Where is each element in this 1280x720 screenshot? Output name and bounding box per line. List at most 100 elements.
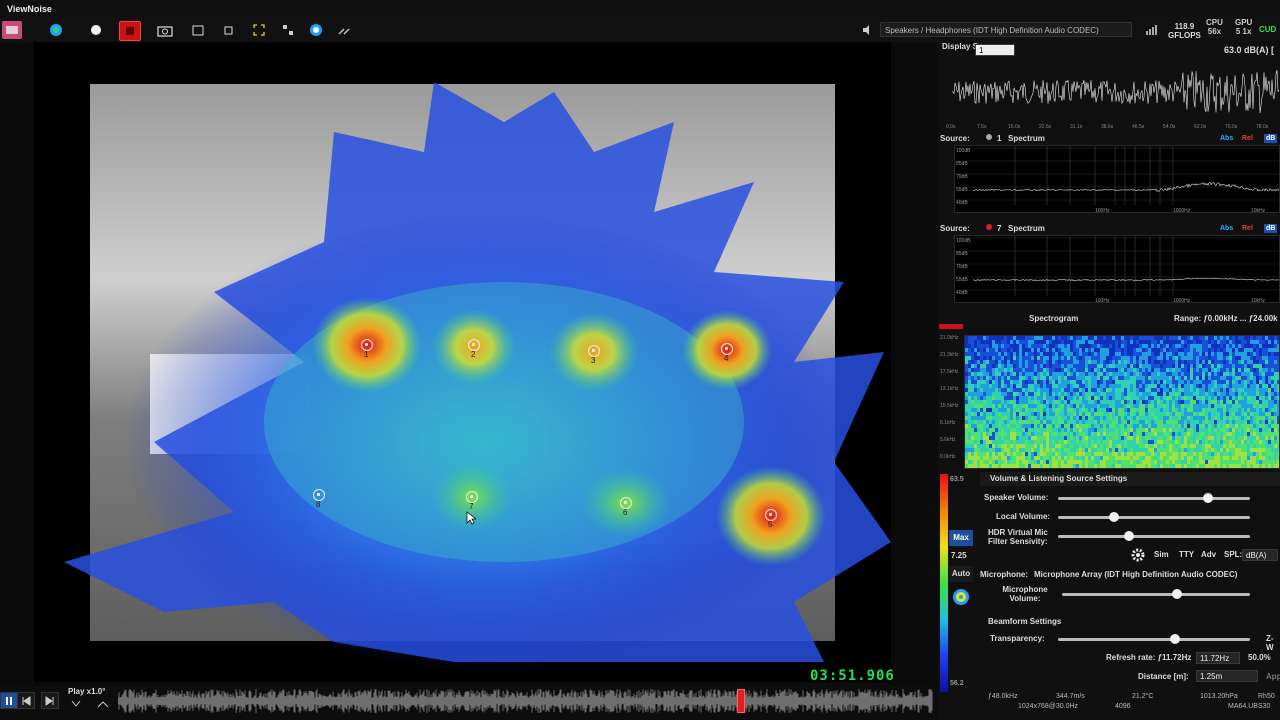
- color-scale-mid: 7.25: [951, 551, 967, 560]
- speaker-volume-label: Speaker Volume:: [984, 493, 1049, 502]
- mic-label: 2: [471, 350, 476, 359]
- local-volume-slider[interactable]: [1058, 512, 1250, 522]
- spectrum7-db-toggle[interactable]: dB: [1264, 224, 1278, 233]
- spectrum7-channel: 7: [997, 224, 1002, 233]
- spectrogram-range: Range: ƒ0.00kHz ... ƒ24.00k: [1174, 314, 1278, 323]
- zw-button[interactable]: Z-W: [1266, 634, 1280, 652]
- status-sound-speed: 344.7m/s: [1056, 693, 1085, 700]
- spectrum7-title: Spectrum: [1008, 224, 1045, 233]
- acoustic-heatmap-overlay: [64, 82, 891, 672]
- mic-label: 6: [623, 508, 628, 517]
- color-scale-bar[interactable]: [940, 474, 948, 692]
- screenshot-icon[interactable]: [188, 21, 208, 39]
- refresh-rate-label: Refresh rate: ƒ11.72Hz: [1106, 653, 1192, 662]
- spectrum1-abs-toggle[interactable]: Abs: [1218, 134, 1235, 143]
- distance-label: Distance [m]:: [1138, 672, 1189, 681]
- auto-range-icon[interactable]: [952, 588, 970, 606]
- beamform-section-title: Beamform Settings: [988, 617, 1062, 626]
- pause-button[interactable]: [0, 692, 18, 709]
- mouse-cursor-icon: [466, 511, 476, 525]
- auto-button[interactable]: Auto: [949, 566, 973, 582]
- spectrogram-tick-label: 13.1kHz: [940, 386, 959, 392]
- tools-icon[interactable]: [334, 21, 354, 39]
- output-device-value: Speakers / Headphones (IDT High Definiti…: [885, 26, 1099, 35]
- status-temperature: 21.2°C: [1132, 693, 1154, 700]
- microphone-volume-knob[interactable]: [1171, 589, 1182, 599]
- speaker-volume-knob[interactable]: [1202, 493, 1213, 503]
- hdr-sensitivity-knob[interactable]: [1124, 531, 1135, 541]
- spectrogram-tick-label: 0.0kHz: [940, 454, 956, 460]
- skip-back-button[interactable]: [17, 692, 35, 709]
- color-mode-icon[interactable]: [46, 21, 66, 39]
- spectrum-y-tick: 55dB: [956, 277, 968, 283]
- transparency-knob[interactable]: [1170, 634, 1181, 644]
- transparency-slider[interactable]: [1058, 634, 1250, 644]
- title-bar: ViewNoise: [0, 0, 1280, 19]
- microphone-volume-label: Microphone Volume:: [1002, 585, 1048, 603]
- max-button[interactable]: Max: [949, 530, 973, 546]
- speaker-icon[interactable]: [857, 21, 877, 39]
- spectrum1-rel-toggle[interactable]: Rel: [1240, 134, 1255, 143]
- timeline-waveform[interactable]: [118, 688, 933, 714]
- spectrum-y-tick: 40dB: [956, 200, 968, 206]
- fullscreen-icon[interactable]: [249, 21, 269, 39]
- status-device: MA64.UBS30: [1228, 703, 1271, 710]
- status-resolution: 1024x768@30.0Hz: [1018, 703, 1079, 710]
- cpu-readout: CPU 56x: [1206, 18, 1223, 36]
- spl-label: SPL:: [1224, 550, 1243, 559]
- status-fft-size: 4096: [1115, 703, 1131, 710]
- hdr-sensitivity-slider[interactable]: [1058, 531, 1250, 541]
- display-source-select[interactable]: 1: [975, 44, 1015, 56]
- export-icon[interactable]: [219, 21, 239, 39]
- spectrogram-tick-label: 5.6kHz: [940, 437, 956, 443]
- speed-arrows-icon[interactable]: [70, 699, 112, 709]
- spectrum-y-tick: 100dB: [956, 148, 971, 154]
- spectrum7-abs-toggle[interactable]: Abs: [1218, 224, 1235, 233]
- stop-record-button[interactable]: [119, 21, 141, 41]
- spectrogram-tick-label: 21.0kHz: [940, 335, 959, 341]
- spectrogram-title: Spectrogram: [1029, 314, 1079, 323]
- refresh-rate-select[interactable]: 11.72Hz: [1196, 652, 1240, 664]
- cpu-label: CPU: [1206, 18, 1223, 27]
- acoustic-camera-view[interactable]: 1 2 3 4 5 6 7 8: [34, 42, 891, 682]
- mic-icon: [986, 224, 992, 230]
- spectrum7-rel-toggle[interactable]: Rel: [1240, 224, 1255, 233]
- sim-button[interactable]: Sim: [1154, 550, 1169, 559]
- record-dot-icon[interactable]: [86, 21, 106, 39]
- microphone-volume-slider[interactable]: [1062, 589, 1250, 599]
- skip-forward-button[interactable]: [41, 692, 59, 709]
- hdr-sensitivity-label: HDR Virtual Mic Filter Sensivity:: [988, 528, 1048, 546]
- spectrum-x-tick: 10kHz: [1251, 298, 1266, 303]
- distance-select[interactable]: 1.25m: [1196, 670, 1258, 682]
- local-volume-label: Local Volume:: [996, 512, 1051, 521]
- camera-icon[interactable]: [155, 21, 175, 39]
- spectrum1-db-toggle[interactable]: dB: [1264, 134, 1278, 143]
- status-sample-rate: ƒ48.0kHz: [988, 693, 1018, 700]
- tty-button[interactable]: TTY: [1179, 550, 1194, 559]
- layout-icon[interactable]: [278, 21, 298, 39]
- spectrum-y-tick: 55dB: [956, 187, 968, 193]
- mic-label: 7: [469, 502, 474, 511]
- spl-select[interactable]: dB(A): [1242, 549, 1278, 561]
- timeline-playhead[interactable]: [737, 689, 745, 713]
- playback-speed-label: Play x1.0°: [68, 687, 106, 696]
- output-device-select[interactable]: Speakers / Headphones (IDT High Definiti…: [880, 22, 1132, 37]
- local-volume-knob[interactable]: [1108, 512, 1119, 522]
- waveform-tick-label: 54.0s: [1163, 124, 1176, 130]
- waveform-tick-label: 0.0s: [946, 124, 956, 130]
- gflops-value: 118.9: [1174, 22, 1195, 31]
- spectrogram-plot: [964, 335, 1280, 469]
- app-logo-icon[interactable]: [2, 21, 22, 39]
- microphone-select[interactable]: Microphone Array (IDT High Definition Au…: [1034, 570, 1237, 579]
- beamform-icon[interactable]: [306, 21, 326, 39]
- app-title: ViewNoise: [7, 4, 52, 14]
- spectrum-y-tick: 100dB: [956, 238, 971, 244]
- adv-button[interactable]: Adv: [1201, 550, 1216, 559]
- signal-icon: [1142, 21, 1162, 39]
- cuda-badge: CUD: [1259, 25, 1277, 34]
- mic-label: 8: [316, 500, 321, 509]
- gear-icon[interactable]: [1130, 547, 1146, 563]
- apply-button[interactable]: Appl: [1266, 672, 1280, 681]
- waveform-tick-label: 78.0s: [1256, 124, 1269, 130]
- speaker-volume-slider[interactable]: [1058, 493, 1250, 503]
